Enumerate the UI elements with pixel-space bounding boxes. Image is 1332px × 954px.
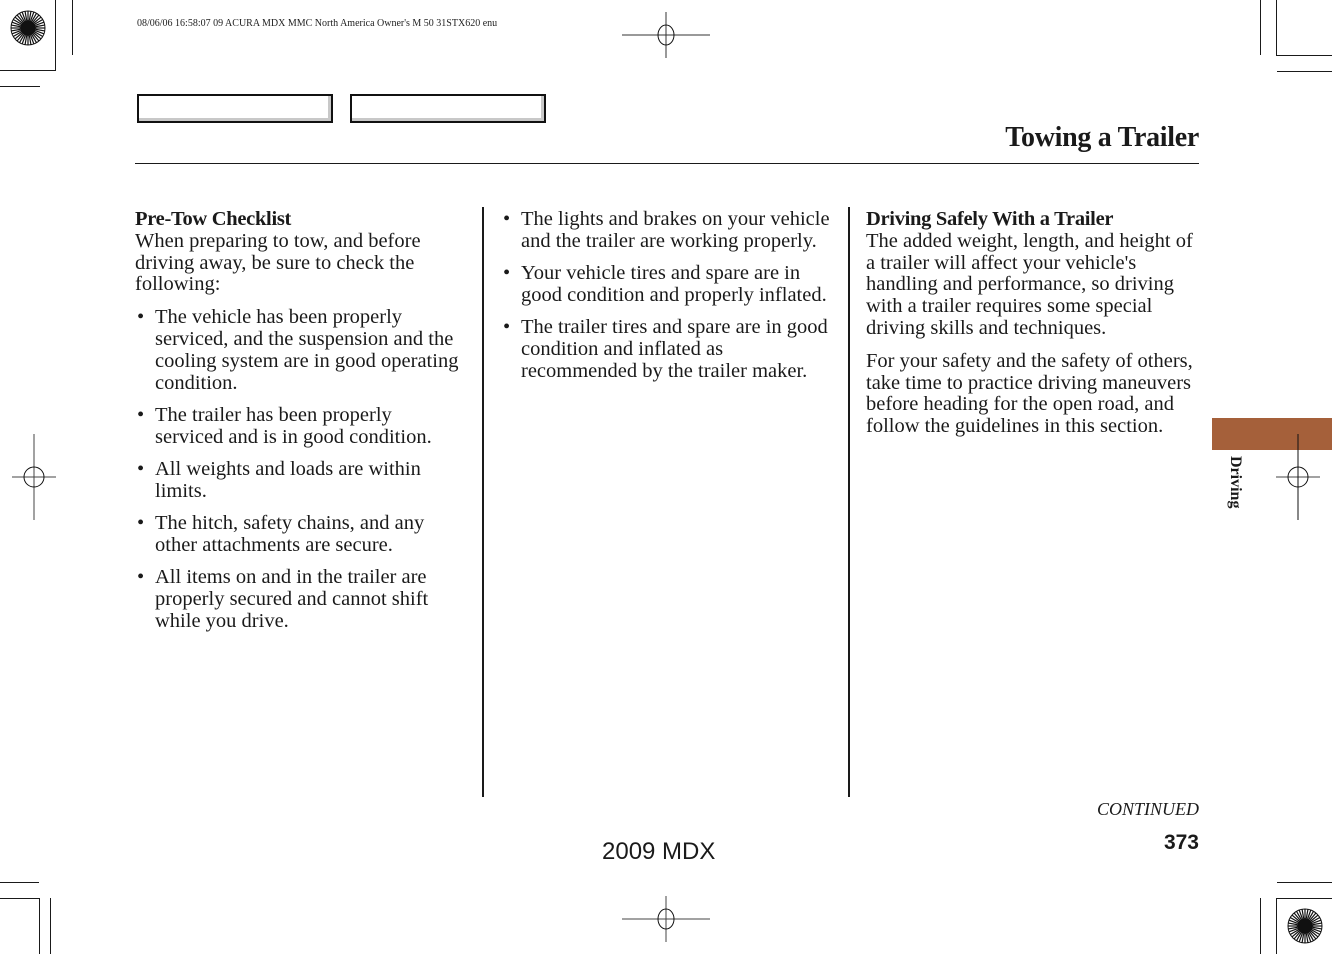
list-item-text: All items on and in the trailer are prop… (155, 566, 429, 632)
body-paragraph: The added weight, length, and height of … (866, 229, 1193, 339)
bullet-icon: • (137, 403, 145, 426)
list-item-text: The trailer tires and spare are in good … (521, 316, 828, 382)
bullet-icon: • (137, 512, 145, 535)
crop-mark (1276, 898, 1277, 954)
crop-mark (1276, 898, 1332, 899)
list-item: • The trailer has been properly serviced … (135, 403, 465, 449)
list-item: • All items on and in the trailer are pro… (135, 566, 465, 632)
registration-target-icon (8, 8, 48, 53)
registration-crosshair-icon (12, 434, 56, 525)
column-divider (848, 207, 850, 797)
list-item: • All weights and loads are within limits… (135, 457, 465, 503)
checklist: • The lights and brakes on your vehicle a… (501, 208, 836, 383)
list-item-text: The vehicle has been properly serviced, … (155, 306, 459, 394)
bullet-icon: • (137, 566, 145, 589)
crop-mark (0, 898, 40, 899)
checklist: • The vehicle has been properly serviced,… (135, 306, 465, 632)
column-pre-tow-checklist: Pre-Tow Checklist When preparing to tow,… (135, 208, 465, 643)
registration-crosshair-icon (622, 896, 710, 947)
column-divider (482, 207, 484, 797)
title-rule (135, 163, 1199, 164)
registration-crosshair-icon (1276, 434, 1320, 525)
list-item: • The lights and brakes on your vehicle a… (501, 208, 836, 253)
crop-mark (1260, 898, 1261, 954)
nav-box-2[interactable] (350, 94, 546, 123)
page-number: 373 (1163, 831, 1199, 854)
bullet-icon: • (503, 262, 511, 285)
list-item-text: The lights and brakes on your vehicle an… (521, 208, 830, 252)
body-paragraph: For your safety and the safety of others… (866, 349, 1193, 438)
list-item: • The trailer tires and spare are in good… (501, 316, 836, 382)
list-item: • Your vehicle tires and spare are in goo… (501, 262, 836, 307)
list-item-text: All weights and loads are within limits. (155, 457, 421, 502)
list-item: • The hitch, safety chains, and any other… (135, 512, 465, 557)
crop-mark (1276, 55, 1332, 56)
section-heading: Pre-Tow Checklist (135, 208, 292, 230)
crop-mark (39, 898, 40, 954)
list-item: • The vehicle has been properly serviced,… (135, 306, 465, 394)
bullet-icon: • (137, 306, 145, 329)
column-driving-safely: Driving Safely With a Trailer The added … (866, 208, 1196, 449)
intro-paragraph: When preparing to tow, and before drivin… (135, 229, 421, 296)
crop-mark (1260, 0, 1261, 55)
bullet-icon: • (137, 457, 145, 480)
crop-mark (0, 70, 56, 71)
column-checklist-continued: • The lights and brakes on your vehicle a… (501, 208, 836, 393)
list-item-text: The trailer has been properly serviced a… (155, 403, 432, 448)
section-heading: Driving Safely With a Trailer (866, 208, 1114, 230)
bullet-icon: • (503, 208, 511, 230)
crop-mark (1277, 71, 1332, 72)
list-item-text: Your vehicle tires and spare are in good… (521, 262, 827, 306)
print-slug: 08/06/06 16:58:07 09 ACURA MDX MMC North… (137, 18, 498, 29)
registration-target-icon (1285, 906, 1325, 951)
registration-crosshair-icon (622, 12, 710, 63)
crop-mark (55, 0, 56, 71)
section-tab-label: Driving (1227, 456, 1244, 509)
crop-mark (1277, 882, 1332, 883)
crop-mark (0, 86, 40, 87)
crop-mark (0, 882, 39, 883)
crop-mark (72, 0, 73, 55)
nav-box-1[interactable] (137, 94, 333, 123)
bullet-icon: • (503, 316, 511, 339)
continued-label: CONTINUED (1096, 799, 1199, 819)
list-item-text: The hitch, safety chains, and any other … (155, 512, 425, 556)
page-title: Towing a Trailer (1005, 122, 1199, 153)
model-label: 2009 MDX (602, 838, 716, 865)
crop-mark (1276, 0, 1277, 56)
crop-mark (50, 898, 51, 954)
